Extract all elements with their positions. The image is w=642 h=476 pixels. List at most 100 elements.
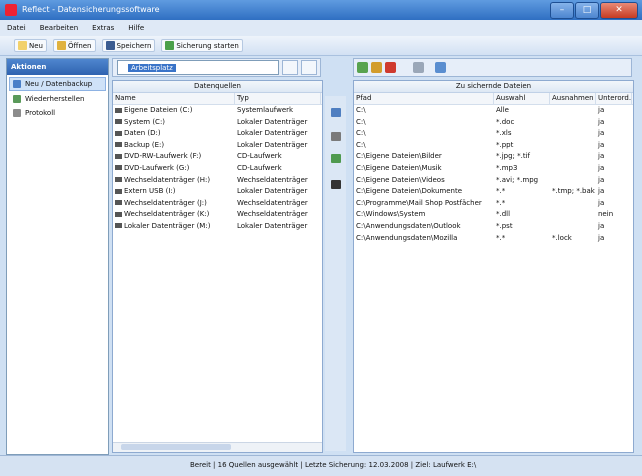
add-source-icon[interactable]	[331, 108, 341, 117]
menu-help[interactable]: Hilfe	[121, 24, 151, 32]
source-row[interactable]: Wechseldatenträger (J:) Wechseldatenträge…	[113, 198, 322, 210]
selection-row[interactable]: C:\Eigene Dateien\Bilder *.jpg; *.tif ja	[354, 151, 633, 163]
selection-row[interactable]: C:\ Alle ja	[354, 105, 633, 117]
drive-icon	[115, 177, 122, 183]
check-icon[interactable]	[435, 62, 446, 73]
start-backup-button[interactable]: Sicherung starten	[161, 39, 243, 52]
column-type[interactable]: Typ	[235, 93, 321, 104]
selection-cell: *.mp3	[496, 163, 518, 172]
log-icon	[13, 109, 21, 117]
subfolders-cell: ja	[598, 140, 605, 149]
source-row[interactable]: System (C:) Lokaler Datenträger	[113, 117, 322, 129]
source-row[interactable]: DVD-RW-Laufwerk (F:) CD-Laufwerk	[113, 151, 322, 163]
sidebar-item-label: Wiederherstellen	[25, 95, 85, 103]
source-name: DVD-Laufwerk (G:)	[124, 163, 190, 172]
action-sidebar: Aktionen Neu / Datenbackup Wiederherstel…	[6, 58, 109, 455]
save-button[interactable]: Speichern	[101, 39, 156, 52]
selection-row[interactable]: C:\ *.doc ja	[354, 117, 633, 129]
open-button[interactable]: Öffnen	[52, 39, 96, 52]
title-bar[interactable]: Reflect - Datensicherungssoftware – □ ✕	[0, 0, 642, 20]
selection-row[interactable]: C:\Eigene Dateien\Musik *.mp3 ja	[354, 163, 633, 175]
menu-edit[interactable]: Bearbeiten	[33, 24, 85, 32]
menu-file[interactable]: Datei	[0, 24, 33, 32]
app-logo-icon	[5, 4, 17, 16]
source-row[interactable]: Daten (D:) Lokaler Datenträger	[113, 128, 322, 140]
subfolders-cell: ja	[598, 221, 605, 230]
delete-icon[interactable]	[331, 180, 341, 189]
subfolders-cell: ja	[598, 129, 605, 138]
source-horizontal-scrollbar[interactable]	[113, 442, 322, 452]
remove-path-icon[interactable]	[385, 62, 396, 73]
sidebar-item-log[interactable]: Protokoll	[7, 107, 108, 119]
refresh-button[interactable]	[282, 60, 298, 75]
selection-cell: *.*	[496, 198, 506, 207]
selection-cell: *.xls	[496, 129, 512, 138]
add-filter-icon[interactable]	[331, 154, 341, 163]
source-row[interactable]: Eigene Dateien (C:) Systemlaufwerk	[113, 105, 322, 117]
selection-row[interactable]: C:\Windows\System *.dll nein	[354, 209, 633, 221]
source-name-cell: Lokaler Datenträger (M:)	[113, 221, 235, 233]
new-button[interactable]: Neu	[14, 39, 47, 52]
column-selection[interactable]: Auswahl	[494, 93, 550, 104]
source-name: Eigene Dateien (C:)	[124, 106, 193, 114]
column-subfolders[interactable]: Unterord.	[596, 93, 632, 104]
drive-icon	[115, 188, 122, 194]
menu-extras[interactable]: Extras	[85, 24, 121, 32]
sidebar-item-restore[interactable]: Wiederherstellen	[7, 93, 108, 105]
selection-row[interactable]: C:\Eigene Dateien\Dokumente *.* *.tmp; *.b…	[354, 186, 633, 198]
source-row[interactable]: DVD-Laufwerk (G:) CD-Laufwerk	[113, 163, 322, 175]
open-button-label: Öffnen	[67, 41, 92, 50]
selection-row[interactable]: C:\ *.ppt ja	[354, 140, 633, 152]
source-row[interactable]: Wechseldatenträger (K:) Wechseldatenträge…	[113, 209, 322, 221]
selection-toolbar	[353, 58, 632, 77]
source-row[interactable]: Backup (E:) Lokaler Datenträger	[113, 140, 322, 152]
source-panel-title: Datenquellen	[113, 81, 322, 93]
source-row[interactable]: Extern USB (I:) Lokaler Datenträger	[113, 186, 322, 198]
close-button[interactable]: ✕	[600, 2, 638, 19]
minimize-button[interactable]: –	[550, 2, 574, 19]
selection-row[interactable]: C:\Eigene Dateien\Videos *.avi; *.mpg ja	[354, 175, 633, 187]
new-file-icon	[18, 41, 27, 50]
source-name: Wechseldatenträger (K:)	[124, 210, 210, 219]
backup-start-icon	[165, 41, 175, 50]
main-toolbar: Neu Öffnen Speichern Sicherung starten	[0, 36, 642, 56]
sidebar-item-new-backup[interactable]: Neu / Datenbackup	[9, 77, 106, 91]
selection-cell: *.doc	[496, 117, 515, 126]
drive-icon	[115, 153, 122, 159]
exceptions-cell	[550, 117, 596, 129]
column-name[interactable]: Name	[113, 93, 235, 104]
column-exceptions[interactable]: Ausnahmen	[550, 93, 596, 104]
selection-cell: *.ppt	[496, 140, 514, 149]
exceptions-cell	[550, 163, 596, 175]
selection-row[interactable]: C:\Programme\Mail Shop Postfächer *.* ja	[354, 198, 633, 210]
selection-row[interactable]: C:\Anwendungsdaten\Outlook *.pst ja	[354, 221, 633, 233]
remove-source-icon[interactable]	[331, 132, 341, 141]
window-title: Reflect - Datensicherungssoftware	[22, 5, 160, 14]
source-type-cell: CD-Laufwerk	[237, 163, 282, 172]
properties-icon[interactable]	[413, 62, 424, 73]
selection-row[interactable]: C:\Anwendungsdaten\Mozilla *.* *.lock ja	[354, 233, 633, 245]
exceptions-cell	[550, 221, 596, 233]
source-row[interactable]: Wechseldatenträger (H:) Wechseldatenträge…	[113, 175, 322, 187]
selection-list: C:\ Alle ja C:\ *.doc ja C:\ *.xls ja C:\ *.ppt ja C…	[354, 105, 633, 244]
folder-icon[interactable]	[371, 62, 382, 73]
view-options-button[interactable]	[301, 60, 317, 75]
source-name-cell: Wechseldatenträger (J:)	[113, 198, 235, 210]
maximize-button[interactable]: □	[575, 2, 599, 19]
source-type-cell: Wechseldatenträger	[237, 198, 308, 207]
selection-row[interactable]: C:\ *.xls ja	[354, 128, 633, 140]
source-type-cell: CD-Laufwerk	[237, 152, 282, 161]
drive-select[interactable]: Arbeitsplatz	[117, 60, 279, 75]
source-row[interactable]: Lokaler Datenträger (M:) Lokaler Datenträ…	[113, 221, 322, 233]
source-name-cell: Wechseldatenträger (H:)	[113, 175, 235, 187]
source-type-cell: Lokaler Datenträger	[237, 140, 308, 149]
window-controls: – □ ✕	[549, 2, 638, 19]
selection-cell: *.*	[496, 233, 506, 242]
sidebar-item-label: Neu / Datenbackup	[25, 80, 93, 88]
source-name-cell: DVD-Laufwerk (G:)	[113, 163, 235, 175]
column-path[interactable]: Pfad	[354, 93, 494, 104]
scrollbar-thumb[interactable]	[121, 444, 231, 450]
add-path-icon[interactable]	[357, 62, 368, 73]
drive-icon	[115, 142, 122, 148]
path-cell: C:\Windows\System	[356, 210, 426, 219]
